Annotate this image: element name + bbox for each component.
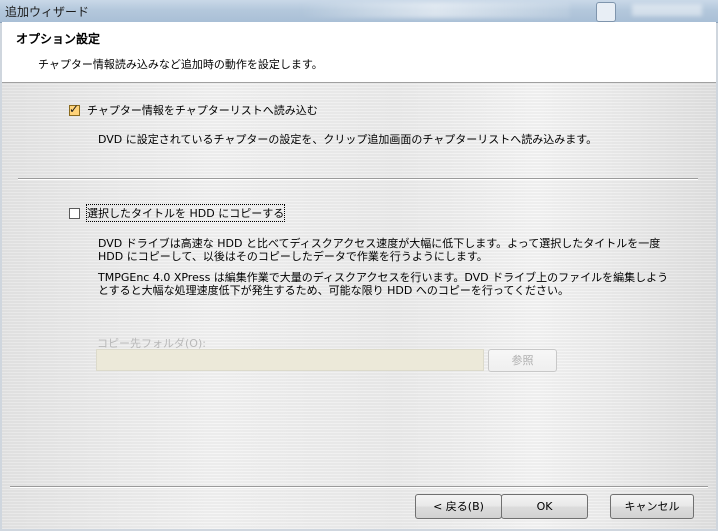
copy-to-hdd-checkbox[interactable] <box>69 208 80 219</box>
copy-description-line-3: TMPGEnc 4.0 XPress は編集作業で大量のディスクアクセスを行いま… <box>98 271 669 284</box>
browse-button[interactable]: 参照 <box>488 349 557 372</box>
window-icon <box>596 2 616 22</box>
footer-divider <box>10 486 708 488</box>
cancel-button[interactable]: キャンセル <box>610 494 694 519</box>
wizard-header: オプション設定 チャプター情報読み込みなど追加時の動作を設定します。 <box>2 22 716 83</box>
back-button[interactable]: < 戻る(B) <box>415 494 502 519</box>
copy-to-hdd-checkbox-label[interactable]: 選択したタイトルを HDD にコピーする <box>85 204 286 222</box>
chapter-checkbox[interactable] <box>69 102 80 116</box>
chapter-checkbox-label[interactable]: チャプター情報をチャプターリストへ読み込む <box>87 102 318 118</box>
titlebar-blurred-area <box>300 2 570 18</box>
window-titlebar: 追加ウィザード <box>0 0 718 23</box>
chapter-description: DVD に設定されているチャプターの設定を、クリップ追加画面のチャプターリストへ… <box>98 133 598 146</box>
copy-folder-input[interactable] <box>96 349 484 371</box>
page-description: チャプター情報読み込みなど追加時の動作を設定します。 <box>38 58 323 71</box>
titlebar-blurred-text <box>632 4 702 16</box>
page-title: オプション設定 <box>16 32 101 46</box>
wizard-content: チャプター情報をチャプターリストへ読み込む DVD に設定されているチャプターの… <box>2 83 716 529</box>
copy-description-line-1: DVD ドライブは高速な HDD と比べてディスクアクセス速度が大幅に低下します… <box>98 237 661 250</box>
window-title: 追加ウィザード <box>5 5 90 19</box>
copy-description-line-4: とすると大幅な処理速度低下が発生するため、可能な限り HDD へのコピーを行って… <box>98 284 569 297</box>
copy-description-line-2: HDD にコピーして、以後はそのコピーしたデータで作業を行うようにします。 <box>98 250 488 263</box>
section-divider <box>18 178 698 180</box>
ok-button[interactable]: OK <box>501 494 588 519</box>
